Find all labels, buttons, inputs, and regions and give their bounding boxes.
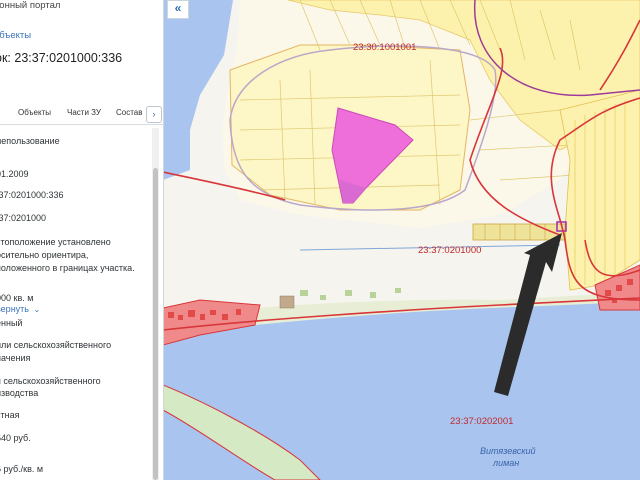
cad-number-value: :37:0201000:336 [0, 190, 64, 200]
collapse-link[interactable]: вернуть ⌄ [0, 304, 40, 314]
objects-link[interactable]: объекты [0, 30, 31, 41]
lake-label-line1: Витязевский [480, 446, 536, 456]
chevron-right-icon: › [152, 109, 156, 119]
collapse-panel-button[interactable]: « [167, 0, 189, 19]
portal-title: ионный портал [0, 0, 61, 11]
cadastral-map[interactable]: 23:30:1001001 23:37:0201000 23:37:020200… [163, 0, 640, 480]
area-value: 000 кв. м [0, 293, 34, 303]
quarter-value: :37:0201000 [0, 213, 47, 223]
info-panel: ионный портал объекты ок: 23:37:0201000:… [0, 0, 164, 480]
category-line-2: начения [0, 353, 31, 363]
double-chevron-left-icon: « [174, 1, 182, 15]
date-value: 01.2009 [0, 169, 29, 179]
category-line-1: или сельскохозяйственного [0, 340, 112, 350]
quarter-label-center: 23:37:0201000 [418, 245, 482, 256]
tab-composition[interactable]: Состав [116, 108, 143, 117]
collapse-link-label: вернуть [0, 304, 29, 314]
tab-parts[interactable]: Части ЗУ [67, 108, 101, 117]
parcel-title: ок: 23:37:0201000:336 [0, 51, 123, 65]
use-line-2: изводства [0, 388, 39, 398]
building-block [279, 295, 295, 309]
ownership-value: стная [0, 410, 20, 420]
yellow-parcels-east [559, 89, 640, 291]
tabs-next-button[interactable]: › [146, 106, 162, 123]
address-line-3: положенного в границах участка. [0, 263, 135, 273]
cad-value: 640 руб. [0, 433, 31, 443]
lake-label-line2: лиман [493, 458, 520, 468]
status-value: енный [0, 318, 23, 328]
quarter-label-north: 23:30:1001001 [353, 42, 417, 53]
use-line-1: я сельскохозяйственного [0, 376, 101, 386]
use-type-value: лепользование [0, 136, 60, 146]
tabs-bar: Объекты Части ЗУ Состав [0, 104, 163, 125]
map-canvas[interactable] [163, 0, 640, 480]
address-line-2: осительно ориентира, [0, 250, 89, 260]
tab-objects[interactable]: Объекты [18, 108, 51, 117]
chevron-down-icon: ⌄ [33, 305, 41, 314]
cad-value-per-m: 6 руб./кв. м [0, 464, 44, 474]
panel-scrollbar-thumb[interactable] [153, 168, 158, 480]
address-line-1: стоположение установлено [0, 237, 111, 247]
quarter-label-south: 23:37:0202001 [450, 416, 514, 427]
